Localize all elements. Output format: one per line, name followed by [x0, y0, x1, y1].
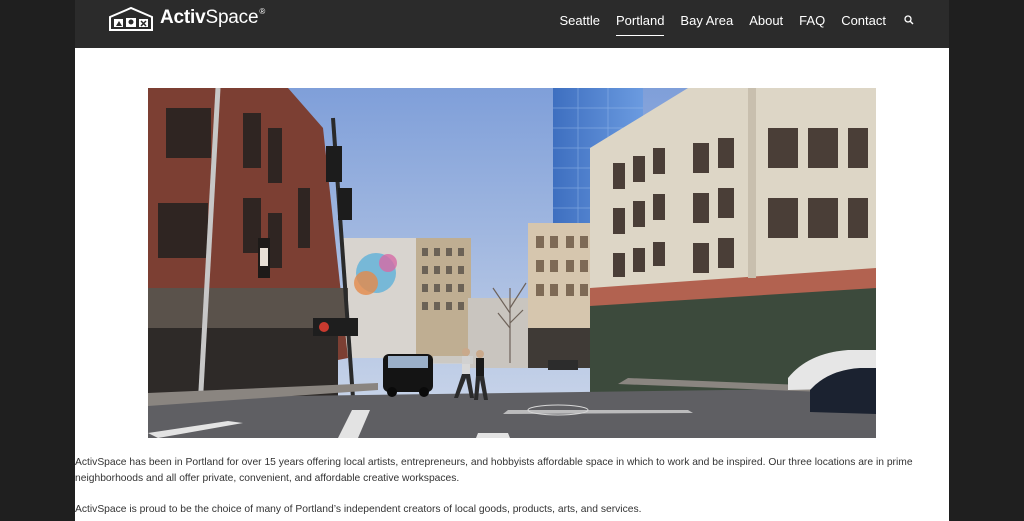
- secondary-paragraph: ActivSpace is proud to be the choice of …: [75, 504, 642, 515]
- page: ActivSpace® Seattle Portland Bay Area Ab…: [75, 0, 949, 521]
- logo-registered-mark: ®: [259, 6, 266, 16]
- nav-item-seattle[interactable]: Seattle: [560, 9, 600, 32]
- site-logo[interactable]: ActivSpace®: [107, 5, 265, 33]
- logo-text-regular: Space: [205, 6, 259, 28]
- search-button[interactable]: [903, 14, 915, 26]
- hero-image: [148, 88, 876, 438]
- activspace-logo-icon: [109, 6, 153, 31]
- main-nav: Seattle Portland Bay Area About FAQ Cont…: [544, 0, 915, 40]
- intro-paragraph: ActivSpace has been in Portland for over…: [75, 457, 913, 484]
- nav-item-portland[interactable]: Portland: [616, 9, 665, 36]
- nav-item-about[interactable]: About: [749, 9, 783, 32]
- site-header: ActivSpace® Seattle Portland Bay Area Ab…: [75, 0, 949, 48]
- logo-text: ActivSpace®: [160, 5, 265, 34]
- nav-item-contact[interactable]: Contact: [841, 9, 886, 32]
- search-icon: [904, 15, 914, 25]
- intro-content: ActivSpace has been in Portland for over…: [75, 455, 949, 521]
- portland-street-photo: [148, 88, 876, 438]
- nav-item-bay-area[interactable]: Bay Area: [680, 9, 733, 32]
- nav-item-faq[interactable]: FAQ: [799, 9, 825, 32]
- logo-text-bold: Activ: [160, 6, 206, 28]
